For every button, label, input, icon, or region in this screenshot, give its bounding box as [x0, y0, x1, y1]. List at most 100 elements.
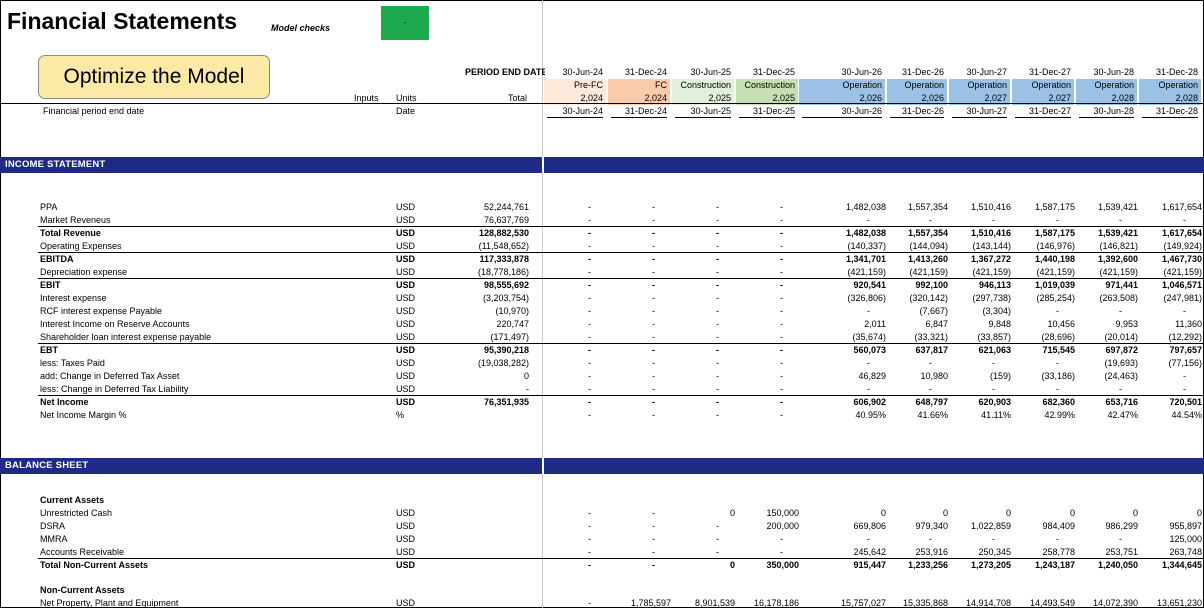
row-value: 797,657 [1169, 345, 1202, 355]
row-value: 350,000 [766, 560, 799, 570]
financial-period-label: Financial period end date [43, 106, 145, 116]
row-label: less: Taxes Paid [40, 358, 105, 368]
row-value: 1,617,654 [1161, 202, 1202, 212]
row-value: 1,617,654 [1161, 228, 1202, 238]
period-date: 31-Dec-24 [624, 67, 667, 77]
row-label: DSRA [40, 521, 66, 531]
row-value: - [780, 293, 783, 303]
row-label: MMRA [40, 534, 68, 544]
period-phase: Pre-FC [544, 79, 606, 92]
total-row-rule [38, 226, 1204, 227]
row-value: 1,046,571 [1161, 280, 1202, 290]
row-value: - [867, 306, 870, 316]
row-value: - [1183, 306, 1186, 316]
row-value: - [588, 598, 591, 608]
period-end-date-label: PERIOD END DATE [465, 67, 545, 77]
period-phase: FC [608, 79, 670, 92]
total-row-rule [38, 558, 1204, 559]
total-row-rule [38, 278, 1204, 279]
header-separator [0, 103, 1204, 104]
row-value: - [716, 521, 719, 531]
row-label: RCF interest expense Payable [40, 306, 163, 316]
period-end-underline [547, 117, 603, 118]
row-value: - [652, 560, 655, 570]
row-label: Net Income [40, 397, 89, 407]
row-unit: USD [396, 345, 416, 355]
row-value: - [780, 410, 783, 420]
model-checks-indicator: - [381, 6, 429, 40]
period-date: 31-Dec-26 [901, 67, 944, 77]
row-label: Unrestricted Cash [40, 508, 113, 518]
row-label: EBIT [40, 280, 61, 290]
period-date: 31-Dec-28 [1155, 67, 1198, 77]
row-label: Interest Income on Reserve Accounts [40, 319, 190, 329]
period-end-underline [739, 117, 795, 118]
row-label: Total Non-Current Assets [40, 560, 149, 570]
row-value: 13,651,230 [1156, 598, 1202, 608]
period-end-underline [1079, 117, 1134, 118]
income-statement-title: INCOME STATEMENT [5, 159, 106, 170]
row-value: - [1183, 371, 1186, 381]
row-unit: USD [396, 306, 416, 316]
row-value: - [780, 228, 783, 238]
period-date: 31-Dec-25 [752, 67, 795, 77]
row-unit: USD [396, 534, 416, 544]
row-unit: USD [396, 280, 416, 290]
period-phase: Operation [1012, 79, 1074, 92]
period-end-underline [1142, 117, 1198, 118]
row-value: (247,981) [1163, 293, 1202, 303]
period-phase: Operation [887, 79, 947, 92]
total-row-rule [38, 395, 1204, 396]
row-unit: USD [396, 319, 416, 329]
balance-sheet-band: BALANCE SHEET [0, 458, 1204, 474]
row-value: 955,897 [1169, 521, 1202, 531]
period-end-underline [802, 117, 882, 118]
row-label: add: Change in Deferred Tax Asset [40, 371, 180, 381]
period-end-underline [611, 117, 667, 118]
row-value: - [780, 319, 783, 329]
row-value: - [780, 254, 783, 264]
period-end-underline [675, 117, 731, 118]
period-phase: Construction [736, 79, 798, 92]
period-end-underline [890, 117, 944, 118]
row-unit: % [396, 410, 405, 420]
row-label: EBT [40, 345, 58, 355]
current-assets-title: Current Assets [40, 495, 105, 505]
row-unit: USD [396, 521, 416, 531]
period-date: 31-Dec-27 [1028, 67, 1071, 77]
row-unit: USD [396, 598, 416, 608]
optimize-model-button[interactable]: Optimize the Model [38, 55, 270, 99]
row-value: 150,000 [766, 508, 799, 518]
balance-sheet-title: BALANCE SHEET [5, 460, 89, 471]
period-date: 30-Jun-26 [841, 67, 882, 77]
row-value: - [780, 358, 783, 368]
row-unit: USD [396, 560, 416, 570]
row-value: - [780, 345, 783, 355]
row-value: - [780, 306, 783, 316]
row-unit: USD [396, 508, 416, 518]
row-value: 0 [1196, 508, 1202, 518]
period-phase: Operation [949, 79, 1010, 92]
period-phase: Operation [1139, 79, 1201, 92]
row-value: - [652, 508, 655, 518]
model-checks-label: Model checks [271, 23, 331, 33]
row-value: 1,344,645 [1161, 560, 1202, 570]
period-date: 30-Jun-24 [562, 67, 603, 77]
row-unit: USD [396, 254, 416, 264]
row-value: - [780, 202, 783, 212]
row-label: Net Property, Plant and Equipment [40, 598, 179, 608]
row-value: - [1119, 534, 1122, 544]
period-end-underline [1015, 117, 1071, 118]
row-label: Net Income Margin % [40, 410, 127, 420]
row-unit: USD [396, 202, 416, 212]
period-date: 30-Jun-25 [690, 67, 731, 77]
period-end-underline [952, 117, 1007, 118]
period-phase: Operation [799, 79, 885, 92]
row-label: Interest expense [40, 293, 107, 303]
row-value: 720,501 [1169, 397, 1202, 407]
row-value: - [780, 397, 783, 407]
period-date: 30-Jun-27 [966, 67, 1007, 77]
row-label: Total Revenue [40, 228, 101, 238]
row-label: PPA [40, 202, 58, 212]
row-value: - [780, 534, 783, 544]
